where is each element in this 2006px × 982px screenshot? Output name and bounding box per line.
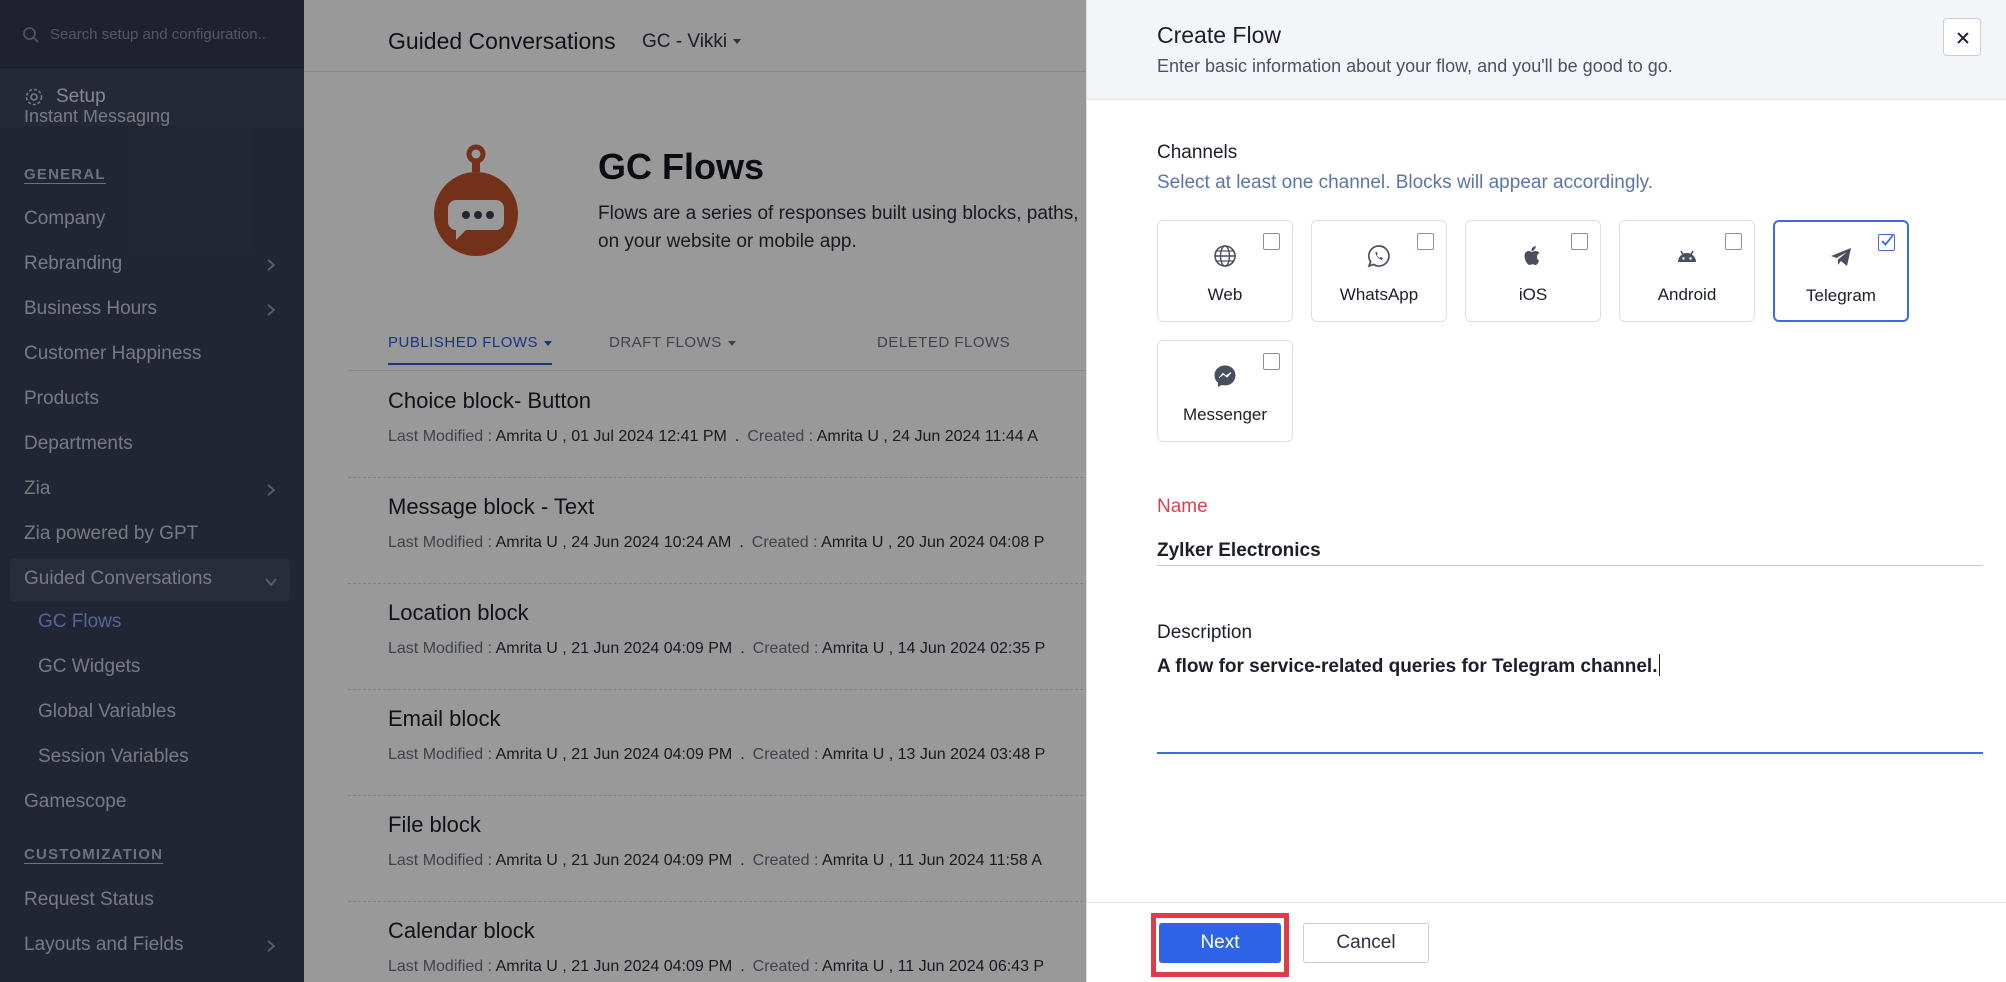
channel-label: Telegram xyxy=(1806,286,1876,305)
channel-label: iOS xyxy=(1518,285,1548,304)
description-label: Description xyxy=(1157,622,1253,643)
panel-footer: Next Cancel xyxy=(1087,902,2006,982)
apple-icon xyxy=(1466,243,1600,274)
description-field[interactable]: A flow for service-related queries for T… xyxy=(1157,654,1983,754)
close-button[interactable] xyxy=(1943,18,1981,56)
channels-hint: Select at least one channel. Blocks will… xyxy=(1157,172,1654,193)
messenger-icon xyxy=(1158,363,1292,394)
telegram-icon xyxy=(1775,244,1907,275)
panel-title: Create Flow xyxy=(1157,22,1281,48)
channel-card-android[interactable]: Android xyxy=(1619,220,1755,322)
channel-card-telegram[interactable]: Telegram xyxy=(1773,220,1909,322)
create-flow-panel: Create Flow Enter basic information abou… xyxy=(1086,0,2006,982)
globe-icon xyxy=(1158,243,1292,274)
name-label: Name xyxy=(1157,496,1208,517)
channel-label: Android xyxy=(1657,285,1717,304)
channel-card-messenger[interactable]: Messenger xyxy=(1157,340,1293,442)
channel-card-web[interactable]: Web xyxy=(1157,220,1293,322)
panel-header: Create Flow Enter basic information abou… xyxy=(1087,0,2006,100)
modal-backdrop[interactable] xyxy=(0,0,1086,982)
channel-label: WhatsApp xyxy=(1339,285,1419,304)
channels-label: Channels xyxy=(1157,142,1238,163)
android-icon xyxy=(1620,243,1754,274)
description-value: A flow for service-related queries for T… xyxy=(1157,656,1658,677)
next-button[interactable]: Next xyxy=(1159,923,1281,963)
panel-subtitle: Enter basic information about your flow,… xyxy=(1157,56,1673,76)
channel-label: Web xyxy=(1207,285,1243,304)
text-cursor xyxy=(1658,654,1660,676)
channel-card-ios[interactable]: iOS xyxy=(1465,220,1601,322)
channel-card-whatsapp[interactable]: WhatsApp xyxy=(1311,220,1447,322)
name-field[interactable] xyxy=(1157,536,1983,566)
cancel-button[interactable]: Cancel xyxy=(1303,923,1429,963)
channel-label: Messenger xyxy=(1182,405,1268,424)
whatsapp-icon xyxy=(1312,243,1446,274)
